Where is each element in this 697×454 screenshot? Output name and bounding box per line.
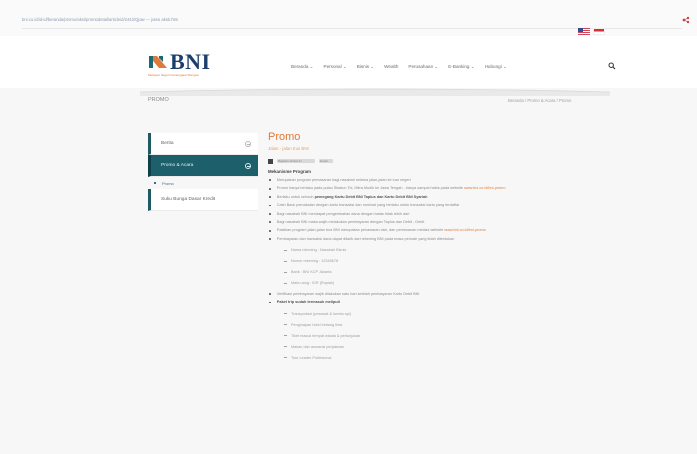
bni-logo-mark-icon xyxy=(149,56,167,68)
sidebar-item-label: Suku Bunga Dasar Kredit xyxy=(161,197,216,202)
sidebar: Berita Promo & Acara Promo Suku Bunga Da… xyxy=(148,133,258,211)
main-navigation: Beranda ⌄ Personal ⌄ Bisnis ⌄ Wealth Per… xyxy=(291,64,507,70)
list-item: Bank : BNI KCP Jakarta xyxy=(284,270,332,275)
collapse-toggle-icon[interactable] xyxy=(245,140,251,147)
package-details-list: Transportasi (pesawat & kereta api) Peng… xyxy=(268,311,604,360)
email-link[interactable]: Email xyxy=(319,159,333,163)
article-content: Promo Jalan - jalan trus BNI Bagikan Art… xyxy=(268,131,604,366)
sidebar-item-label: Promo & Acara xyxy=(161,163,194,168)
bni-logo[interactable]: BNI xyxy=(148,49,211,74)
print-icon[interactable] xyxy=(268,158,273,164)
bullet-icon xyxy=(154,182,156,184)
list-item: Paket trip sudah termasuk meliputi xyxy=(268,300,604,305)
list-item: Mata uang : IDR (Rupiah) xyxy=(284,281,335,286)
account-details-list: Nama rekening : Nasabah Bisnis Nomor rek… xyxy=(268,248,604,286)
logo-wordmark: BNI xyxy=(170,49,211,74)
page-section-title: PROMO xyxy=(148,97,169,103)
nav-item-ebanking[interactable]: E-Banking ⌄ xyxy=(448,64,474,70)
language-switcher xyxy=(578,28,605,36)
list-item: Makan dan asuransi perjalanan xyxy=(284,344,344,349)
sidebar-item-suku-bunga[interactable]: Suku Bunga Dasar Kredit xyxy=(148,189,258,211)
nav-item-hubungi[interactable]: Hubungi ⌄ xyxy=(485,64,507,70)
share-icon[interactable] xyxy=(682,16,690,24)
logo-tagline: Melayani Negeri Kebanggaan Bangsa xyxy=(148,73,199,77)
list-item: Promo hanya berlaku pada pulau Stasiun T… xyxy=(268,186,604,191)
sidebar-subitem-promo[interactable]: Promo xyxy=(148,177,258,189)
breadcrumb[interactable]: Beranda / Promo & Acara / Promo xyxy=(508,98,571,103)
list-item: Penginapan hotel bintang lima xyxy=(284,322,343,327)
sidebar-item-promo-acara[interactable]: Promo & Acara xyxy=(148,155,258,177)
list-item: Pembayaran dan transaksi dana dapat dita… xyxy=(268,237,604,242)
collapse-toggle-icon[interactable] xyxy=(245,162,251,169)
bullet-list: Merupakan program pemasaran bagi nasabah… xyxy=(268,178,604,242)
nav-item-beranda[interactable]: Beranda ⌄ xyxy=(291,64,314,70)
list-item: Nomor rekening : 12345678 xyxy=(284,259,339,264)
address-bar[interactable]: bni.co.id/id-id/beranda/promo/aksi/promo… xyxy=(22,17,522,26)
sidebar-item-berita[interactable]: Berita xyxy=(148,133,258,155)
header-divider xyxy=(140,88,610,96)
list-item: Tiket masuk tempat wisata & pertunjukan xyxy=(284,333,361,338)
nav-item-personal[interactable]: Personal ⌄ xyxy=(324,64,347,70)
list-item: Bagi nasabah BNI maka wajib melakukan pe… xyxy=(268,220,604,225)
article-subtitle: Jalan - jalan trus BNI xyxy=(268,146,309,151)
sidebar-subitem-label: Promo xyxy=(162,180,174,186)
list-item: Transportasi (pesawat & kereta api) xyxy=(284,311,352,316)
site-header xyxy=(0,36,697,88)
article-title: Promo xyxy=(268,131,301,143)
list-item: Pastikan program jalan-jalan trus BNI me… xyxy=(268,228,604,233)
list-item: Bagi nasabah BNI mendapat pengembalian d… xyxy=(268,212,604,217)
list-item: Tour Leader Profesional xyxy=(284,355,332,360)
nav-item-perusahaan[interactable]: Perusahaan ⌄ xyxy=(408,64,438,70)
search-icon[interactable] xyxy=(608,62,616,70)
article-tools: Bagikan Artikel Ini Email xyxy=(268,158,604,164)
promo-link[interactable]: www.bni.co.id/bni-promo xyxy=(464,186,505,190)
list-item: Merupakan program pemasaran bagi nasabah… xyxy=(268,178,604,183)
nav-item-bisnis[interactable]: Bisnis ⌄ xyxy=(357,64,374,70)
english-flag-icon[interactable] xyxy=(578,28,590,35)
promo-link[interactable]: www.bni.co.id/bni-promo xyxy=(444,228,485,232)
share-article-link[interactable]: Bagikan Artikel Ini xyxy=(277,159,315,163)
section-heading: Mekanisme Program xyxy=(268,169,311,174)
list-item: Verifikasi pembayaran wajib dilakukan sa… xyxy=(268,292,604,297)
bullet-list-2: Verifikasi pembayaran wajib dilakukan sa… xyxy=(268,292,604,305)
list-item: Cash Back pemakaian dengan kartu transak… xyxy=(268,203,604,208)
list-item: Berlaku untuk seluruh pemegang Kartu Deb… xyxy=(268,195,604,200)
sidebar-item-label: Berita xyxy=(161,141,174,146)
indonesia-flag-icon[interactable] xyxy=(593,28,605,35)
nav-item-wealth[interactable]: Wealth xyxy=(384,64,398,70)
list-item: Nama rekening : Nasabah Bisnis xyxy=(284,248,347,253)
